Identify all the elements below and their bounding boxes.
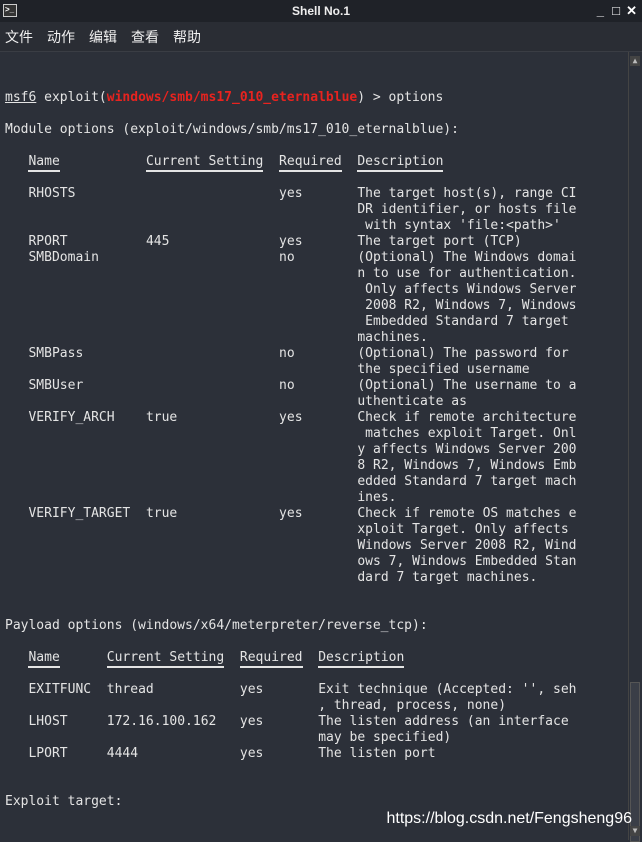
option-name: SMBPass: [28, 346, 84, 361]
menu-bar: 文件 动作 编辑 查看 帮助: [0, 22, 642, 52]
option-description: uthenticate as: [357, 394, 467, 409]
prompt-command: ) > options: [357, 90, 444, 105]
terminal-icon: >_: [3, 4, 17, 17]
menu-edit[interactable]: 编辑: [89, 27, 117, 47]
option-required: yes: [239, 746, 264, 761]
minimize-button[interactable]: _: [597, 3, 604, 18]
option-description: The listen port: [318, 746, 436, 761]
option-setting: thread: [106, 682, 154, 697]
title-bar: >_ Shell No.1 _ □ ✕: [0, 0, 642, 22]
option-description: ows 7, Windows Embedded Stan: [357, 554, 577, 569]
option-name: VERIFY_ARCH: [28, 410, 115, 425]
option-description: the specified username: [357, 362, 530, 377]
option-required: no: [279, 346, 295, 361]
option-name: LPORT: [28, 746, 68, 761]
option-description: may be specified): [318, 730, 452, 745]
close-button[interactable]: ✕: [626, 3, 637, 19]
scroll-up-icon[interactable]: ▲: [630, 56, 640, 66]
option-description: , thread, process, none): [318, 698, 507, 713]
option-required: no: [279, 378, 295, 393]
option-description: Windows Server 2008 R2, Wind: [357, 538, 577, 553]
option-description: (Optional) The password for: [357, 346, 569, 361]
prompt-line: msf6 exploit(windows/smb/ms17_010_eterna…: [5, 90, 443, 106]
module-heading: Module options (exploit/windows/smb/ms17…: [5, 122, 459, 137]
option-description: y affects Windows Server 200: [357, 442, 577, 457]
option-description: The target port (TCP): [357, 234, 522, 249]
option-description: DR identifier, or hosts file: [357, 202, 577, 217]
option-description: xploit Target. Only affects: [357, 522, 569, 537]
option-required: no: [279, 250, 295, 265]
prompt-user: msf6: [5, 90, 37, 105]
scrollbar[interactable]: ▲ ▼: [628, 52, 642, 842]
option-description: edded Standard 7 target mach: [357, 474, 577, 489]
option-description: 2008 R2, Windows 7, Windows: [357, 298, 577, 313]
option-setting: true: [145, 410, 178, 425]
option-name: EXITFUNC: [28, 682, 92, 697]
option-description: Check if remote OS matches e: [357, 506, 577, 521]
option-description: The target host(s), range CI: [357, 186, 577, 201]
exploit-target-heading: Exploit target:: [5, 794, 123, 809]
header-name: Name: [28, 650, 60, 668]
menu-actions[interactable]: 动作: [47, 27, 75, 47]
header-description: Description: [357, 154, 444, 172]
header-current-setting: Current Setting: [145, 154, 264, 172]
option-description: n to use for authentication.: [357, 266, 577, 281]
option-setting: true: [145, 506, 178, 521]
header-name: Name: [28, 154, 60, 172]
option-description: Embedded Standard 7 target: [357, 314, 569, 329]
header-required: Required: [239, 650, 303, 668]
option-description: Exit technique (Accepted: '', seh: [318, 682, 577, 697]
menu-help[interactable]: 帮助: [173, 27, 201, 47]
option-setting: 172.16.100.162: [106, 714, 217, 729]
option-required: yes: [279, 506, 303, 521]
option-description: ines.: [357, 490, 397, 505]
option-description: with syntax 'file:<path>': [357, 218, 561, 233]
payload-heading: Payload options (windows/x64/meterpreter…: [5, 618, 428, 633]
option-setting: 445: [145, 234, 170, 249]
option-name: SMBUser: [28, 378, 84, 393]
prompt-text: exploit(: [36, 90, 107, 105]
option-name: VERIFY_TARGET: [28, 506, 131, 521]
option-required: yes: [279, 186, 303, 201]
option-required: yes: [239, 714, 264, 729]
window-title: Shell No.1: [291, 4, 350, 18]
option-description: 8 R2, Windows 7, Windows Emb: [357, 458, 577, 473]
watermark: https://blog.csdn.net/Fengsheng96: [386, 810, 632, 827]
option-description: The listen address (an interface: [318, 714, 569, 729]
option-description: dard 7 target machines.: [357, 570, 538, 585]
option-name: RHOSTS: [28, 186, 76, 201]
header-description: Description: [318, 650, 405, 668]
option-description: Check if remote architecture: [357, 410, 577, 425]
option-name: LHOST: [28, 714, 68, 729]
option-setting: 4444: [106, 746, 139, 761]
menu-file[interactable]: 文件: [5, 27, 33, 47]
menu-view[interactable]: 查看: [131, 27, 159, 47]
option-description: (Optional) The username to a: [357, 378, 577, 393]
option-name: SMBDomain: [28, 250, 99, 265]
option-name: RPORT: [28, 234, 68, 249]
option-required: yes: [279, 234, 303, 249]
option-description: machines.: [357, 330, 428, 345]
option-description: Only affects Windows Server: [357, 282, 577, 297]
option-description: (Optional) The Windows domai: [357, 250, 577, 265]
prompt-module: windows/smb/ms17_010_eternalblue: [106, 90, 358, 105]
header-required: Required: [279, 154, 342, 172]
option-description: matches exploit Target. Onl: [357, 426, 577, 441]
header-current-setting: Current Setting: [106, 650, 225, 668]
option-required: yes: [279, 410, 303, 425]
maximize-button[interactable]: □: [612, 3, 620, 18]
terminal-output[interactable]: msf6 exploit(windows/smb/ms17_010_eterna…: [5, 52, 625, 840]
option-required: yes: [239, 682, 264, 697]
